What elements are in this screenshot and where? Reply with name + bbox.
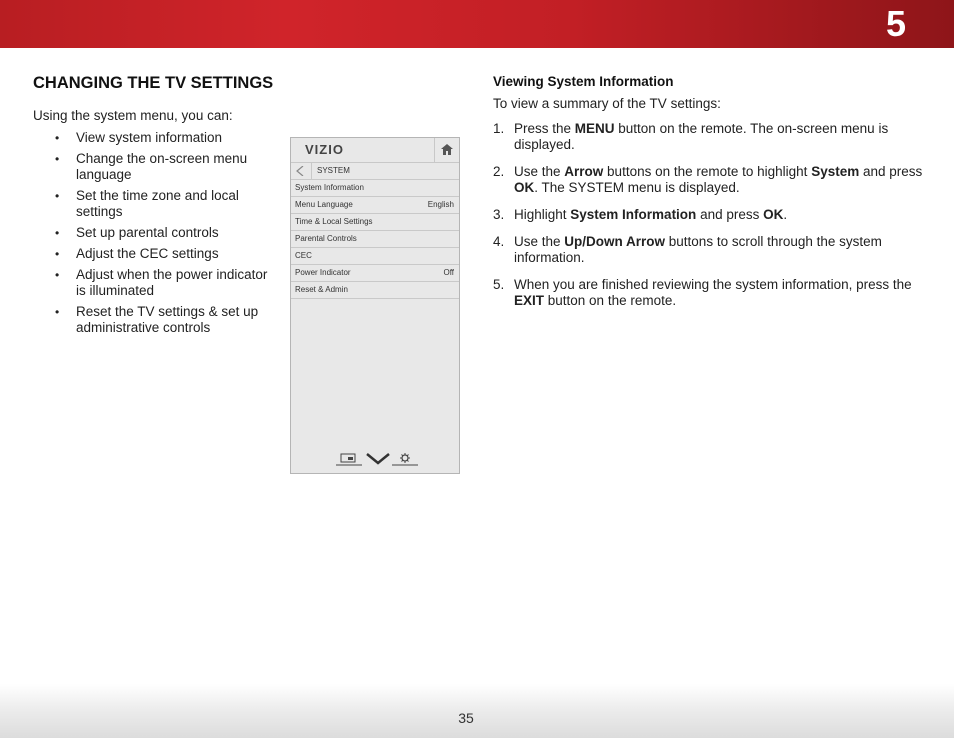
list-item: • Change the on-screen menu language [55, 151, 248, 182]
list-item: • Set up parental controls [55, 225, 219, 240]
step-number: 5. [493, 277, 505, 292]
chapter-banner: 5 [0, 0, 954, 48]
settings-icon[interactable] [392, 452, 418, 471]
bullet-icon: • [55, 189, 60, 203]
tv-menu-item-reset-admin[interactable]: Reset & Admin [291, 282, 459, 299]
step-number: 2. [493, 164, 505, 179]
intro-text: Using the system menu, you can: [33, 108, 233, 123]
back-arrow-icon[interactable] [291, 163, 312, 179]
step-item: 2. Use the Arrow buttons on the remote to… [493, 164, 923, 195]
list-item: • Adjust when the power indicator is illu… [55, 267, 268, 298]
tv-menu-screenshot: VIZIO SYSTEM System Information Menu Lan… [290, 137, 460, 474]
tv-menu-item-power-indicator[interactable]: Power Indicator Off [291, 265, 459, 282]
vizio-logo: VIZIO [305, 142, 344, 157]
step-item: 4. Use the Up/Down Arrow buttons to scrol… [493, 234, 882, 265]
list-item: • Adjust the CEC settings [55, 246, 219, 261]
right-column: Viewing System Information To view a sum… [493, 74, 933, 320]
steps-list: 1. Press the MENU button on the remote. T… [493, 121, 933, 309]
sub-heading: Viewing System Information [493, 74, 674, 89]
bullet-icon: • [55, 305, 60, 319]
list-item: • Reset the TV settings & set up administ… [55, 304, 259, 335]
tv-menu-footer [336, 452, 426, 468]
home-icon[interactable] [434, 138, 459, 162]
tv-menu-title-row: SYSTEM [291, 163, 459, 180]
step-number: 3. [493, 207, 505, 222]
step-number: 4. [493, 234, 505, 249]
step-item: 1. Press the MENU button on the remote. T… [493, 121, 889, 152]
step-item: 5. When you are finished reviewing the sy… [493, 277, 912, 308]
left-column: CHANGING THE TV SETTINGS Using the syste… [33, 72, 278, 341]
section-title: CHANGING THE TV SETTINGS [33, 74, 274, 92]
bullet-icon: • [55, 152, 60, 166]
feature-list: • View system information • Change the on-… [33, 130, 278, 336]
bullet-icon: • [55, 268, 60, 282]
bullet-icon: • [55, 247, 60, 261]
tv-menu-title: SYSTEM [317, 166, 350, 175]
chapter-number: 5 [885, 3, 906, 44]
tv-menu-header: VIZIO [291, 138, 459, 163]
tv-menu-item-parental-controls[interactable]: Parental Controls [291, 231, 459, 248]
bullet-icon: • [55, 131, 60, 145]
page-number: 35 [458, 710, 474, 726]
tv-menu-item-cec[interactable]: CEC [291, 248, 459, 265]
step-number: 1. [493, 121, 505, 136]
tv-menu-item-time-local-settings[interactable]: Time & Local Settings [291, 214, 459, 231]
step-item: 3. Highlight System Information and press… [493, 207, 788, 222]
list-item: • View system information [55, 130, 223, 145]
wide-icon[interactable] [336, 452, 362, 471]
list-item: • Set the time zone and local settings [55, 188, 239, 219]
instructions-intro: To view a summary of the TV settings: [493, 96, 721, 111]
tv-menu-item-menu-language[interactable]: Menu Language English [291, 197, 459, 214]
bullet-icon: • [55, 226, 60, 240]
vizio-v-icon[interactable] [366, 452, 390, 471]
tv-menu-item-system-information[interactable]: System Information [291, 180, 459, 197]
